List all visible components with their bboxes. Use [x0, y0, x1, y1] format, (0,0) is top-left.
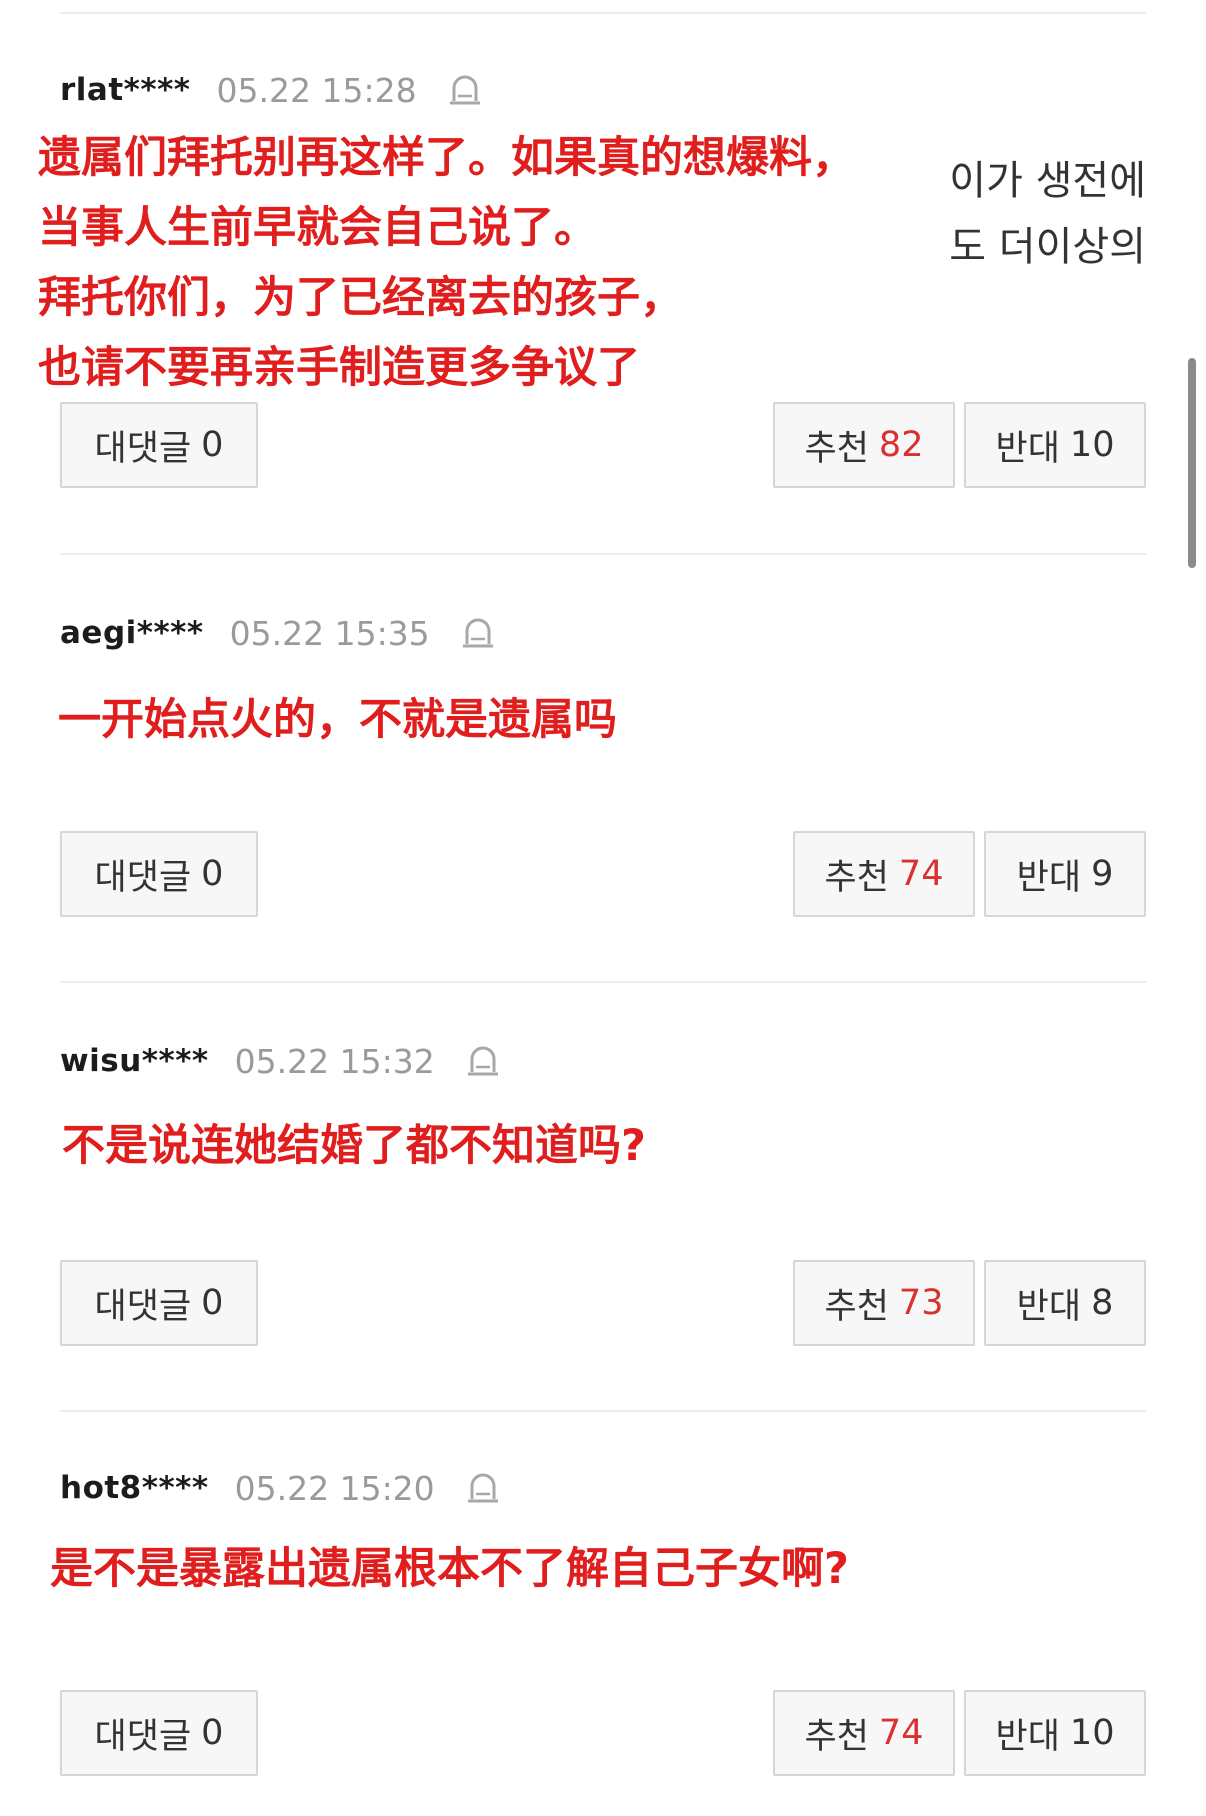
reply-label: 대댓글: [94, 857, 192, 898]
dislike-label: 반대: [1016, 857, 1082, 898]
comment-username: rlat****: [60, 72, 191, 108]
comment-meta: rlat**** 05.22 15:28: [60, 70, 485, 110]
original-comment-line: 도 더이상의: [949, 224, 1146, 270]
original-comment-line: 이가 생전에: [949, 158, 1146, 204]
comment-item: wisu**** 05.22 15:32 不是说连她结婚了都不知道吗? 대댓글 …: [0, 983, 1206, 1410]
siren-report-icon[interactable]: [463, 1041, 503, 1081]
reply-count: 0: [201, 1283, 224, 1323]
like-button[interactable]: 추천 82: [773, 402, 955, 488]
like-label: 추천: [824, 857, 889, 898]
translation-overlay: 遗属们拜托别再这样了。如果真的想爆料， 当事人生前早就会自己说了。 拜托你们，为…: [38, 123, 855, 403]
comment-meta: aegi**** 05.22 15:35: [60, 613, 498, 653]
like-count: 82: [878, 425, 924, 465]
translation-overlay: 不是说连她结婚了都不知道吗?: [62, 1111, 646, 1181]
original-comment-partial: 이가 생전에 도 더이상의: [949, 148, 1146, 280]
reply-count: 0: [201, 854, 224, 894]
like-label: 추천: [804, 428, 869, 469]
overlay-line: 一开始点火的，不就是遗属吗: [58, 695, 617, 745]
siren-report-icon[interactable]: [463, 1468, 503, 1508]
overlay-line: 也请不要再亲手制造更多争议了: [38, 343, 640, 393]
dislike-label: 반대: [995, 428, 1060, 469]
translation-overlay: 一开始点火的，不就是遗属吗: [58, 685, 617, 755]
dislike-button[interactable]: 반대 8: [984, 1260, 1146, 1346]
overlay-line: 是不是暴露出遗属根本不了解自己子女啊?: [50, 1544, 849, 1594]
comment-item: rlat**** 05.22 15:28 이가 생전에 도 더이상의 遗属们拜托…: [0, 0, 1206, 555]
comment-username: hot8****: [60, 1470, 209, 1506]
dislike-label: 반대: [1016, 1286, 1082, 1327]
overlay-line: 拜托你们，为了已经离去的孩子，: [38, 273, 683, 323]
reply-count: 0: [201, 425, 224, 465]
overlay-line: 当事人生前早就会自己说了。: [38, 203, 597, 253]
dislike-count: 10: [1069, 1713, 1115, 1753]
siren-report-icon[interactable]: [458, 613, 498, 653]
like-button[interactable]: 추천 74: [773, 1690, 955, 1776]
like-count: 74: [898, 854, 944, 894]
comment-username: wisu****: [60, 1043, 209, 1079]
dislike-count: 8: [1091, 1283, 1114, 1323]
like-label: 추천: [824, 1286, 889, 1327]
translation-overlay: 是不是暴露出遗属根本不了解自己子女啊?: [50, 1534, 849, 1604]
comment-item: hot8**** 05.22 15:20 是不是暴露出遗属根本不了解自己子女啊?…: [0, 1412, 1206, 1816]
like-count: 73: [898, 1283, 944, 1323]
dislike-button[interactable]: 반대 10: [964, 402, 1146, 488]
scrollbar-thumb[interactable]: [1188, 358, 1196, 568]
reply-button[interactable]: 대댓글 0: [60, 402, 258, 488]
reply-label: 대댓글: [94, 1716, 192, 1757]
reply-label: 대댓글: [94, 1286, 192, 1327]
reply-button[interactable]: 대댓글 0: [60, 1690, 258, 1776]
comment-timestamp: 05.22 15:32: [234, 1041, 435, 1081]
comment-timestamp: 05.22 15:35: [229, 613, 430, 653]
comment-timestamp: 05.22 15:20: [234, 1468, 435, 1508]
like-button[interactable]: 추천 73: [793, 1260, 975, 1346]
reply-button[interactable]: 대댓글 0: [60, 831, 258, 917]
siren-report-icon[interactable]: [445, 70, 485, 110]
dislike-count: 10: [1069, 425, 1115, 465]
dislike-button[interactable]: 반대 9: [984, 831, 1146, 917]
overlay-line: 遗属们拜托别再这样了。如果真的想爆料，: [38, 133, 855, 183]
dislike-button[interactable]: 반대 10: [964, 1690, 1146, 1776]
dislike-count: 9: [1091, 854, 1114, 894]
like-count: 74: [878, 1713, 924, 1753]
like-label: 추천: [804, 1716, 869, 1757]
reply-label: 대댓글: [94, 428, 192, 469]
reply-button[interactable]: 대댓글 0: [60, 1260, 258, 1346]
comment-meta: wisu**** 05.22 15:32: [60, 1041, 503, 1081]
comment-item: aegi**** 05.22 15:35 一开始点火的，不就是遗属吗 대댓글 0…: [0, 555, 1206, 982]
comment-username: aegi****: [60, 615, 204, 651]
comment-timestamp: 05.22 15:28: [216, 70, 417, 110]
comment-meta: hot8**** 05.22 15:20: [60, 1468, 503, 1508]
like-button[interactable]: 추천 74: [793, 831, 975, 917]
overlay-line: 不是说连她结婚了都不知道吗?: [62, 1121, 646, 1171]
dislike-label: 반대: [995, 1716, 1060, 1757]
reply-count: 0: [201, 1713, 224, 1753]
